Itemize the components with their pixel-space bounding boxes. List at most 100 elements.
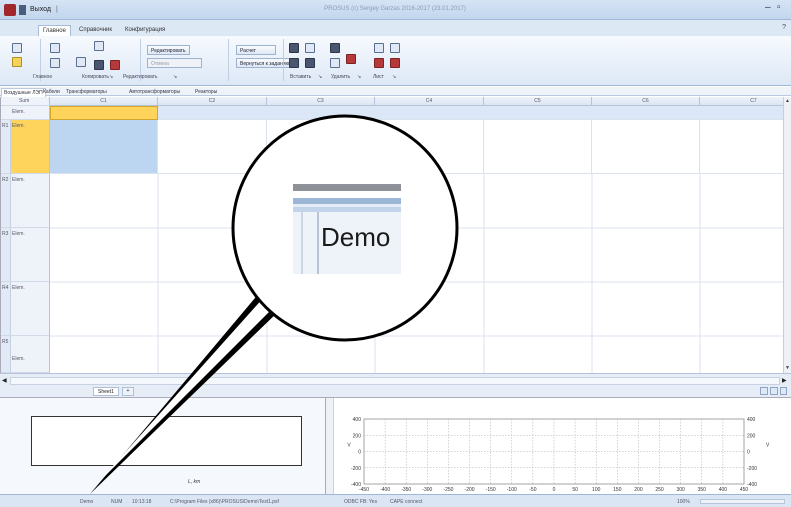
sheet-copy-icon[interactable] <box>390 43 400 53</box>
group-launcher-icon[interactable]: ↘ <box>109 74 113 80</box>
magnifier-inset: Demo <box>293 184 401 274</box>
view-normal-icon[interactable] <box>760 387 768 395</box>
delete-column-icon[interactable] <box>330 58 340 68</box>
x-tick-label: 0 <box>553 487 556 493</box>
new-icon[interactable] <box>12 43 22 53</box>
insert-row-icon[interactable] <box>289 43 299 53</box>
quick-access-separator: | <box>56 6 58 13</box>
delete-icon[interactable] <box>346 54 356 64</box>
sheet-delete-icon[interactable] <box>374 58 384 68</box>
group-label-edit: Редактировать <box>123 74 158 80</box>
scroll-right-icon[interactable]: ▶ <box>782 377 787 384</box>
horizontal-scrollbar[interactable] <box>10 377 780 385</box>
y-right-tick-label: -200 <box>747 466 757 472</box>
insert-column-icon[interactable] <box>289 58 299 68</box>
copy-format-icon[interactable] <box>94 60 104 70</box>
x-tick-label: 50 <box>572 487 578 493</box>
distance-axis-label: L, km <box>188 479 201 485</box>
magnified-divider <box>301 212 303 274</box>
tab-autotransformers[interactable]: Автотрансформаторы <box>127 88 182 96</box>
tab-configuration[interactable]: Конфигурация <box>121 25 169 36</box>
zoom-slider[interactable] <box>700 499 785 504</box>
y-right-tick-label: 0 <box>747 450 750 456</box>
y-tick-label: -400 <box>351 482 361 488</box>
exit-label[interactable]: Выход <box>30 6 51 13</box>
y-right-tick-label: -400 <box>747 482 757 488</box>
return-to-task-button[interactable]: Вернуться к заданию <box>236 58 294 68</box>
group-launcher-icon[interactable]: ↘ <box>392 74 396 80</box>
group-separator <box>228 39 229 81</box>
redo-icon[interactable] <box>76 57 86 67</box>
y-axis-label: V <box>347 443 351 449</box>
group-launcher-icon[interactable]: ↘ <box>357 74 361 80</box>
magnified-divider <box>317 212 319 274</box>
document-tabs: Воздушные ЛЭП Кабели Трансформаторы Авто… <box>0 87 791 97</box>
scroll-down-icon[interactable]: ▼ <box>785 365 790 371</box>
view-layout-icon[interactable] <box>770 387 778 395</box>
tab-overhead-lines[interactable]: Воздушные ЛЭП <box>1 88 46 97</box>
magnified-status-text: Demo <box>321 222 391 252</box>
sheet-tab[interactable]: Sheet1 <box>93 387 119 396</box>
cancel-button[interactable]: Отмена <box>147 58 202 68</box>
x-tick-label: 300 <box>676 487 685 493</box>
y-tick-label: 0 <box>358 450 361 456</box>
app-window: Выход | PROSUS (c) Sergey Garzas 2016-20… <box>0 0 791 507</box>
edit-button[interactable]: Редактировать <box>147 45 190 55</box>
status-mode: Demo <box>80 499 94 505</box>
group-label-main: Главное <box>33 74 53 80</box>
open-icon[interactable] <box>12 57 22 67</box>
vertical-scrollbar[interactable]: ▲ ▼ <box>783 97 791 373</box>
voltage-chart: -450 -400 -350 -300 -250 -200 -150 -100 -50 0 50 10… <box>347 417 770 493</box>
tab-reference[interactable]: Справочник <box>75 25 116 36</box>
title-bar: Выход | PROSUS (c) Sergey Garzas 2016-20… <box>0 0 791 20</box>
y-tick-label: 200 <box>353 433 362 439</box>
group-label-delete: Удалить <box>331 74 351 80</box>
tab-reactors[interactable]: Реакторы <box>193 88 219 96</box>
magnified-title-strip <box>293 184 401 191</box>
group-label-copy: Копировать <box>82 74 109 80</box>
y-right-tick-label: 200 <box>747 433 756 439</box>
voltage-chart-panel: -450 -400 -350 -300 -250 -200 -150 -100 -50 0 50 10… <box>334 398 791 495</box>
tab-main[interactable]: Главное <box>38 25 71 36</box>
exit-icon[interactable] <box>19 5 26 15</box>
add-sheet-button[interactable]: + <box>122 387 134 396</box>
bottom-panels: L, km -450 -400 -350 -300 -250 -200 -150 -100 -5… <box>0 397 791 495</box>
sheet-bar: ◀ ▶ Sheet1 + <box>0 373 791 397</box>
cut-icon[interactable] <box>110 60 120 70</box>
undo-icon[interactable] <box>50 58 60 68</box>
minimize-button[interactable]: – <box>765 2 771 13</box>
group-launcher-icon[interactable]: ↘ <box>173 74 177 80</box>
sheet-rename-icon[interactable] <box>390 58 400 68</box>
x-tick-label: -50 <box>529 487 536 493</box>
cross-section-panel: L, km <box>0 398 326 495</box>
tab-transformers[interactable]: Трансформаторы <box>64 88 109 96</box>
cross-section-box[interactable] <box>31 416 302 466</box>
y-right-axis-label: V <box>766 443 770 449</box>
x-tick-label: -400 <box>380 487 390 493</box>
x-tick-label: 200 <box>634 487 643 493</box>
x-tick-label: -350 <box>401 487 411 493</box>
calculate-button[interactable]: Расчет <box>236 45 276 55</box>
status-zoom[interactable]: 100% <box>677 499 690 505</box>
status-cape: CAPE connect <box>390 499 423 505</box>
copy-icon[interactable] <box>94 41 104 51</box>
insert-cable-icon[interactable] <box>305 58 315 68</box>
restore-button[interactable]: ▫ <box>777 2 781 13</box>
status-num: NUM <box>111 499 123 505</box>
scroll-left-icon[interactable]: ◀ <box>2 377 7 384</box>
paste-icon[interactable] <box>50 43 60 53</box>
help-icon[interactable]: ? <box>782 24 786 31</box>
group-launcher-icon[interactable]: ↘ <box>318 74 322 80</box>
y-right-tick-label: 400 <box>747 417 756 423</box>
delete-row-icon[interactable] <box>330 43 340 53</box>
sheet-add-icon[interactable] <box>374 43 384 53</box>
app-logo-icon[interactable] <box>4 4 16 16</box>
x-tick-label: -150 <box>486 487 496 493</box>
insert-line-icon[interactable] <box>305 43 315 53</box>
tab-cables[interactable]: Кабели <box>41 88 62 96</box>
scroll-up-icon[interactable]: ▲ <box>785 98 790 104</box>
view-preview-icon[interactable] <box>780 387 787 395</box>
x-tick-label: 350 <box>698 487 707 493</box>
panel-splitter[interactable] <box>326 398 334 495</box>
x-tick-label: 250 <box>655 487 664 493</box>
